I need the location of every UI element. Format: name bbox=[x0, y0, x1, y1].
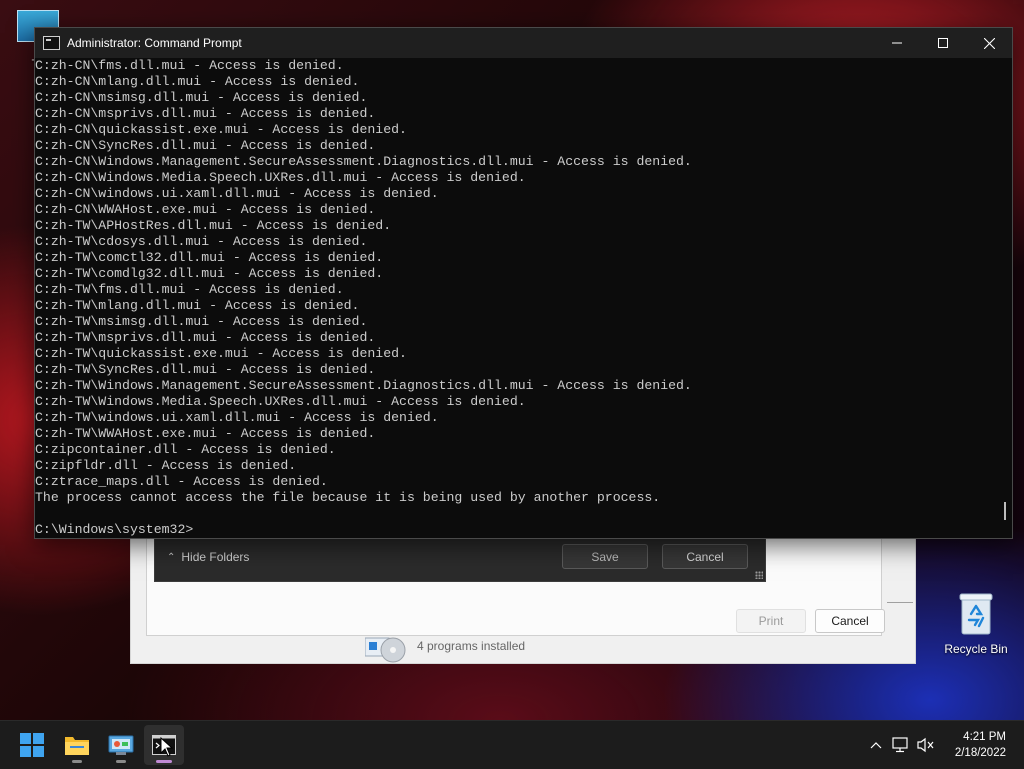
save-cancel-button[interactable]: Cancel bbox=[662, 544, 748, 569]
console-line: C:zipfldr.dll - Access is denied. bbox=[35, 458, 297, 473]
console-line: C:zh-CN\msimsg.dll.mui - Access is denie… bbox=[35, 90, 368, 105]
console-line: The process cannot access the file becau… bbox=[35, 490, 661, 505]
console-line: C:zh-TW\comctl32.dll.mui - Access is den… bbox=[35, 250, 384, 265]
console-line: C:zh-TW\windows.ui.xaml.dll.mui - Access… bbox=[35, 410, 439, 425]
close-icon bbox=[983, 37, 995, 49]
command-prompt-window[interactable]: Administrator: Command Prompt C:zh-CN\fm… bbox=[34, 27, 1013, 539]
hide-folders-label: Hide Folders bbox=[181, 550, 250, 564]
programs-disc-icon bbox=[364, 628, 407, 664]
title-bar[interactable]: Administrator: Command Prompt bbox=[35, 28, 1012, 58]
console-line: C:zh-TW\APHostRes.dll.mui - Access is de… bbox=[35, 218, 392, 233]
volume-muted-icon bbox=[917, 737, 934, 753]
start-button[interactable] bbox=[12, 725, 52, 765]
clock-date: 2/18/2022 bbox=[954, 747, 1006, 759]
console-line: C:zh-TW\quickassist.exe.mui - Access is … bbox=[35, 346, 407, 361]
console-line: C:zh-CN\WWAHost.exe.mui - Access is deni… bbox=[35, 202, 376, 217]
taskbar-control-panel[interactable] bbox=[101, 725, 141, 765]
taskbar-file-explorer[interactable] bbox=[57, 725, 97, 765]
console-line: C:zh-CN\msprivs.dll.mui - Access is deni… bbox=[35, 106, 376, 121]
console-line: C:zh-TW\WWAHost.exe.mui - Access is deni… bbox=[35, 426, 376, 441]
window-controls bbox=[874, 28, 1012, 58]
clock-time: 4:21 PM bbox=[963, 731, 1006, 743]
windows-logo-icon bbox=[20, 733, 44, 757]
console-line: C:zh-TW\SyncRes.dll.mui - Access is deni… bbox=[35, 362, 376, 377]
recycle-bin-label: Recycle Bin bbox=[944, 642, 1008, 656]
console-line: C:zh-CN\windows.ui.xaml.dll.mui - Access… bbox=[35, 186, 439, 201]
console-line: C:zh-TW\msimsg.dll.mui - Access is denie… bbox=[35, 314, 368, 329]
print-cancel-button[interactable]: Cancel bbox=[815, 609, 885, 633]
system-tray bbox=[866, 721, 936, 769]
console-line: C:zh-CN\Windows.Management.SecureAssessm… bbox=[35, 154, 692, 169]
volume-button[interactable] bbox=[914, 737, 936, 753]
network-button[interactable] bbox=[886, 737, 914, 753]
clock[interactable]: 4:21 PM 2/18/2022 bbox=[955, 729, 1006, 761]
control-panel-icon bbox=[108, 735, 134, 755]
command-prompt-line: C:\Windows\system32> bbox=[35, 522, 194, 537]
close-button[interactable] bbox=[966, 28, 1012, 58]
console-line: C:ztrace_maps.dll - Access is denied. bbox=[35, 474, 328, 489]
running-indicator bbox=[116, 760, 126, 763]
minimize-button[interactable] bbox=[874, 28, 920, 58]
console-line: C:zh-TW\Windows.Management.SecureAssessm… bbox=[35, 378, 692, 393]
console-line: C:zh-TW\mlang.dll.mui - Access is denied… bbox=[35, 298, 360, 313]
console-output[interactable]: C:zh-CN\fms.dll.mui - Access is denied. C… bbox=[35, 58, 998, 538]
scrollbar-thumb[interactable] bbox=[1004, 502, 1006, 520]
print-button[interactable]: Print bbox=[736, 609, 806, 633]
show-hidden-icons-button[interactable] bbox=[866, 741, 886, 749]
running-indicator bbox=[72, 760, 82, 763]
console-line: C:zh-CN\mlang.dll.mui - Access is denied… bbox=[35, 74, 360, 89]
console-line: C:zipcontainer.dll - Access is denied. bbox=[35, 442, 336, 457]
network-icon bbox=[892, 737, 908, 753]
divider bbox=[887, 602, 913, 603]
active-indicator bbox=[156, 760, 172, 763]
console-line: C:zh-CN\fms.dll.mui - Access is denied. bbox=[35, 58, 344, 73]
programs-status: 4 programs installed bbox=[364, 628, 526, 664]
folder-icon bbox=[65, 737, 89, 755]
recycle-bin-icon bbox=[956, 592, 996, 636]
hide-folders-toggle[interactable]: ⌃ Hide Folders bbox=[167, 550, 249, 564]
console-line: C:zh-TW\Windows.Media.Speech.UXRes.dll.m… bbox=[35, 394, 526, 409]
chevron-up-icon bbox=[870, 742, 882, 749]
resize-grip[interactable] bbox=[755, 571, 763, 579]
taskbar: 4:21 PM 2/18/2022 bbox=[0, 720, 1024, 769]
mouse-cursor-icon bbox=[160, 737, 174, 757]
recycle-bin[interactable]: Recycle Bin bbox=[938, 592, 1014, 656]
minimize-icon bbox=[892, 42, 902, 44]
maximize-button[interactable] bbox=[920, 28, 966, 58]
programs-installed-text: 4 programs installed bbox=[417, 639, 526, 653]
chevron-up-icon: ⌃ bbox=[167, 551, 176, 563]
console-line: C:zh-TW\cdosys.dll.mui - Access is denie… bbox=[35, 234, 368, 249]
save-dialog: ⌃ Hide Folders Save Cancel bbox=[154, 536, 766, 582]
scrollbar[interactable] bbox=[998, 58, 1012, 538]
console-line: C:zh-TW\comdlg32.dll.mui - Access is den… bbox=[35, 266, 384, 281]
console-line: C:zh-TW\msprivs.dll.mui - Access is deni… bbox=[35, 330, 376, 345]
console-line: C:zh-CN\Windows.Media.Speech.UXRes.dll.m… bbox=[35, 170, 526, 185]
window-title: Administrator: Command Prompt bbox=[67, 36, 242, 50]
command-prompt-icon bbox=[43, 36, 60, 50]
console-line: C:zh-CN\SyncRes.dll.mui - Access is deni… bbox=[35, 138, 376, 153]
console-line: C:zh-TW\fms.dll.mui - Access is denied. bbox=[35, 282, 344, 297]
console-line: C:zh-CN\quickassist.exe.mui - Access is … bbox=[35, 122, 407, 137]
save-button[interactable]: Save bbox=[562, 544, 648, 569]
maximize-icon bbox=[938, 38, 948, 48]
